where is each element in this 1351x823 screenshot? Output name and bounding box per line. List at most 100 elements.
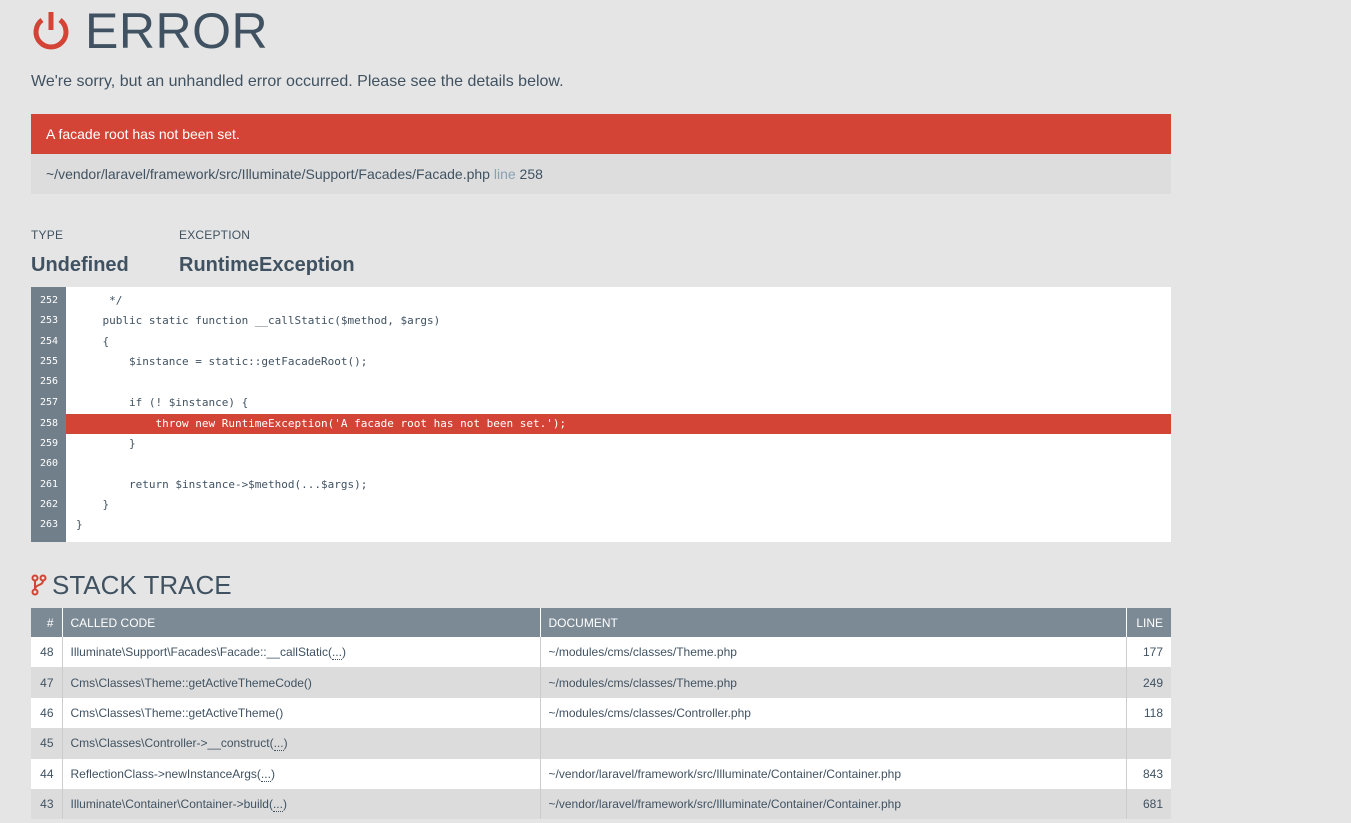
code-line: 257 if (! $instance) { xyxy=(31,393,1171,413)
code-line-text: } xyxy=(76,518,83,532)
power-icon xyxy=(33,12,69,50)
called-code-cell: Illuminate\Container\Container->build(..… xyxy=(62,788,541,820)
called-code: Cms\Classes\Theme::getActiveThemeCode() xyxy=(70,675,312,690)
args-toggle[interactable]: ... xyxy=(260,766,271,782)
code-line-text: $instance = static::getFacadeRoot(); xyxy=(76,354,368,368)
table-row[interactable]: 46 Cms\Classes\Theme::getActiveTheme() ~… xyxy=(31,697,1171,729)
code-line-text: return $instance->$method(...$args); xyxy=(76,477,368,491)
code-line: 260 xyxy=(31,454,1171,474)
code-line: 256 xyxy=(31,372,1171,392)
document-path xyxy=(540,728,1127,759)
code-line-number: 257 xyxy=(40,396,59,408)
document-path: ~/modules/cms/classes/Controller.php xyxy=(540,697,1127,729)
error-description: We're sorry, but an unhandled error occu… xyxy=(31,73,564,90)
called-code: Illuminate\Container\Container->build( xyxy=(70,797,273,812)
call-close: ) xyxy=(283,736,288,751)
frame-number: 45 xyxy=(31,728,63,759)
table-row[interactable]: 45 Cms\Classes\Controller->__construct(.… xyxy=(31,728,1171,759)
column-header-number: # xyxy=(31,608,63,637)
frame-number: 47 xyxy=(31,667,63,698)
type-value: Undefined xyxy=(31,254,129,276)
code-line-number: 263 xyxy=(40,519,59,531)
code-line-number: 258 xyxy=(40,417,59,429)
args-toggle[interactable]: ... xyxy=(273,736,284,752)
document-path: ~/modules/cms/classes/Theme.php xyxy=(540,667,1127,698)
code-line-text: throw new RuntimeException('A facade roo… xyxy=(76,416,567,430)
line-label: line xyxy=(493,166,516,182)
error-file-location: ~/vendor/laravel/framework/src/Illuminat… xyxy=(31,154,1171,194)
table-row[interactable]: 43 Illuminate\Container\Container->build… xyxy=(31,788,1171,820)
line-number xyxy=(1126,728,1171,759)
table-header-row: # CALLED CODE DOCUMENT LINE xyxy=(31,608,1171,637)
exception-value: RuntimeException xyxy=(179,254,355,276)
code-line-number: 259 xyxy=(40,438,59,450)
table-row[interactable]: 47 Cms\Classes\Theme::getActiveThemeCode… xyxy=(31,667,1171,698)
stack-trace-header: STACK TRACE xyxy=(31,569,232,600)
code-line-number: 253 xyxy=(40,315,59,327)
called-code-cell: ReflectionClass->newInstanceArgs(...) xyxy=(62,758,541,789)
code-line: 254 { xyxy=(31,332,1171,352)
error-message-text: A facade root has not been set. xyxy=(46,126,240,142)
code-line: 253 public static function __callStatic(… xyxy=(31,311,1171,331)
code-line-text: if (! $instance) { xyxy=(76,395,249,409)
args-toggle[interactable]: ... xyxy=(331,645,342,661)
called-code-cell: Cms\Classes\Theme::getActiveTheme() xyxy=(62,697,541,729)
call-close: ) xyxy=(282,797,287,812)
error-file-path: ~/vendor/laravel/framework/src/Illuminat… xyxy=(46,166,490,182)
code-line: 262 } xyxy=(31,495,1171,515)
code-fork-icon xyxy=(31,574,47,596)
column-header-called-code: CALLED CODE xyxy=(62,608,541,637)
code-snippet: 252 */ 253 public static function __call… xyxy=(31,287,1171,542)
code-line-number: 256 xyxy=(40,376,59,388)
code-line-number: 255 xyxy=(40,355,59,367)
code-line-text: { xyxy=(76,334,110,348)
code-line: 261 return $instance->$method(...$args); xyxy=(31,475,1171,495)
type-label: TYPE xyxy=(31,228,64,242)
table-row[interactable]: 48 Illuminate\Support\Facades\Facade::__… xyxy=(31,637,1171,668)
table-row[interactable]: 44 ReflectionClass->newInstanceArgs(...)… xyxy=(31,758,1171,789)
column-header-document: DOCUMENT xyxy=(540,608,1127,637)
frame-number: 44 xyxy=(31,758,63,789)
frame-number: 46 xyxy=(31,697,63,729)
code-line-text: } xyxy=(76,437,136,451)
line-number: 681 xyxy=(1126,788,1171,820)
frame-number: 43 xyxy=(31,788,63,820)
exception-block: EXCEPTION RuntimeException xyxy=(179,228,355,277)
code-line-number: 252 xyxy=(40,295,59,306)
error-header: ERROR xyxy=(31,6,268,56)
called-code-cell: Illuminate\Support\Facades\Facade::__cal… xyxy=(62,637,541,668)
code-line-number: 261 xyxy=(40,478,59,490)
line-number: 249 xyxy=(1126,667,1171,698)
frame-number: 48 xyxy=(31,637,63,668)
line-number: 118 xyxy=(1126,697,1171,729)
call-close: ) xyxy=(341,645,346,660)
line-number: 843 xyxy=(1126,758,1171,789)
stack-trace-table: # CALLED CODE DOCUMENT LINE 48 Illuminat… xyxy=(31,608,1171,820)
error-message-banner: A facade root has not been set. xyxy=(31,114,1171,160)
document-path: ~/modules/cms/classes/Theme.php xyxy=(540,637,1127,668)
error-line-number: 258 xyxy=(519,166,543,182)
code-line-number: 262 xyxy=(40,499,59,510)
code-line-highlighted: 258 throw new RuntimeException('A facade… xyxy=(40,413,1171,435)
type-block: TYPE Undefined xyxy=(31,228,129,277)
exception-label: EXCEPTION xyxy=(179,228,251,242)
code-line: 263} xyxy=(31,515,1171,535)
code-line-text: */ xyxy=(76,294,123,307)
code-line: 255 $instance = static::getFacadeRoot(); xyxy=(31,352,1171,372)
called-code: Illuminate\Support\Facades\Facade::__cal… xyxy=(70,645,332,660)
call-close: ) xyxy=(270,766,275,781)
code-line: 259 } xyxy=(31,434,1171,454)
document-path: ~/vendor/laravel/framework/src/Illuminat… xyxy=(540,788,1127,820)
code-line: 252 */ xyxy=(31,291,1171,311)
stack-trace-title: STACK TRACE xyxy=(52,569,232,600)
code-line-text: } xyxy=(76,498,110,511)
code-line-number: 260 xyxy=(40,458,59,470)
document-path: ~/vendor/laravel/framework/src/Illuminat… xyxy=(540,758,1127,789)
code-line-text: public static function __callStatic($met… xyxy=(76,314,441,328)
code-line-number: 254 xyxy=(40,335,59,347)
column-header-line: LINE xyxy=(1126,608,1171,637)
called-code-cell: Cms\Classes\Theme::getActiveThemeCode() xyxy=(62,667,541,698)
args-toggle[interactable]: ... xyxy=(272,797,283,813)
line-number: 177 xyxy=(1126,637,1171,668)
called-code: Cms\Classes\Controller->__construct( xyxy=(70,736,274,751)
